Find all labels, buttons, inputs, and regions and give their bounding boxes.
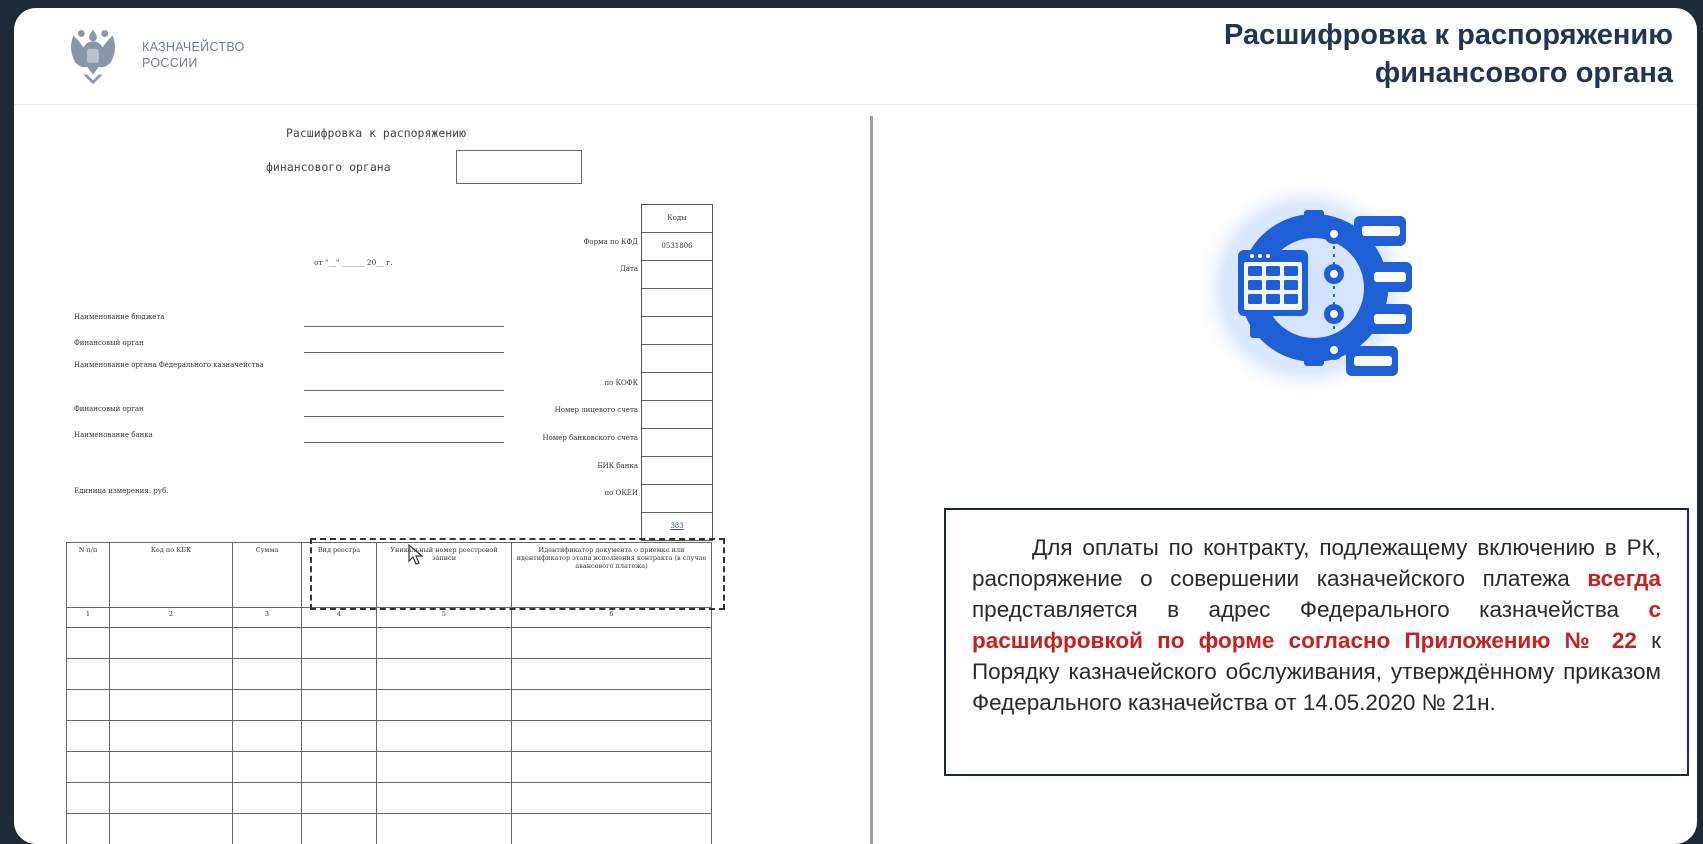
code-cell [642, 485, 712, 513]
table-number-cell: 1 [66, 607, 110, 628]
codes-header: Коды [642, 205, 712, 233]
label-unit: Единица измерения: руб. [74, 487, 169, 495]
highlight-dashed-frame [310, 538, 725, 610]
table-row [66, 658, 712, 690]
table-row [66, 627, 712, 659]
vertical-divider [870, 116, 873, 844]
table-number-cell: 2 [109, 607, 233, 628]
code-cell [642, 289, 712, 317]
okei-code-link[interactable]: 383 [670, 522, 683, 530]
code-cell [642, 457, 712, 485]
label-bank-name: Наименование банка [74, 431, 153, 439]
table-header-cell: N п/п [66, 542, 110, 608]
form-date-line: от "__" ______ 20__ г. [314, 258, 393, 267]
table-row [66, 689, 712, 721]
underline [304, 352, 504, 353]
label-date: Дата [620, 265, 638, 273]
form-heading-1: Расшифровка к распоряжению [286, 126, 467, 140]
table-row [66, 751, 712, 783]
code-cell [642, 261, 712, 289]
info-paragraph: Для оплаты по контракту, подлежащему вкл… [972, 532, 1661, 718]
table-row [66, 782, 712, 814]
label-bank-account: Номер банковского счета [542, 434, 638, 442]
underline [304, 442, 504, 443]
code-cell [642, 401, 712, 429]
slide-title: Расшифровка к распоряжению финансового о… [1224, 16, 1673, 92]
table-header-cell: Код по КБК [109, 542, 233, 608]
logo-text: КАЗНАЧЕЙСТВО РОССИИ [142, 39, 245, 71]
title-line-1: Расшифровка к распоряжению [1224, 19, 1673, 51]
underline [304, 390, 504, 391]
title-line-2: финансового органа [1374, 57, 1673, 89]
double-headed-eagle-icon [70, 29, 116, 85]
info-textbox: Для оплаты по контракту, подлежащему вкл… [944, 508, 1689, 776]
label-treasury-organ: Наименование органа Федерального казначе… [74, 361, 264, 369]
code-cell [642, 345, 712, 373]
table-row [66, 813, 712, 844]
slide: КАЗНАЧЕЙСТВО РОССИИ Расшифровка к распор… [14, 8, 1697, 844]
table-number-cell: 3 [232, 607, 302, 628]
table-header-cell: Сумма [232, 542, 302, 608]
label-budget-name: Наименование бюджета [74, 313, 165, 321]
logo-line-1: КАЗНАЧЕЙСТВО [142, 40, 245, 54]
underline [304, 326, 504, 327]
info-highlight-always: всегда [1587, 566, 1661, 591]
table-number-cell: 4 [301, 607, 377, 628]
table-number-cell: 6 [511, 607, 712, 628]
header-divider [14, 104, 1697, 105]
label-fin-organ-2: Финансовый орган [74, 405, 144, 413]
form-heading-box [456, 150, 582, 184]
logo-line-2: РОССИИ [142, 56, 198, 70]
codes-column: Коды 0531806 383 [641, 204, 713, 541]
code-cell [642, 317, 712, 345]
label-account: Номер лицевого счета [554, 406, 638, 414]
table-row [66, 720, 712, 752]
label-fin-organ-1: Финансовый орган [74, 339, 144, 347]
label-kofk: по КОФК [604, 379, 639, 387]
underline [304, 416, 504, 417]
info-text-part-2: представляется в адрес Федерального казн… [972, 597, 1649, 622]
treasury-logo: КАЗНАЧЕЙСТВО РОССИИ [54, 16, 245, 94]
label-bik: БИК банка [597, 462, 639, 470]
process-gear-illustration-icon [1194, 176, 1418, 400]
scanned-form: Расшифровка к распоряжению финансового о… [56, 116, 756, 844]
code-cell [642, 373, 712, 401]
table-number-row: 1 2 3 4 5 6 [66, 607, 712, 628]
label-okei: по ОКЕИ [604, 489, 638, 497]
table-number-cell: 5 [376, 607, 512, 628]
code-form: 0531806 [642, 233, 712, 261]
form-heading-2: финансового органа [266, 160, 391, 174]
label-form-kfd: Форма по КФД [583, 238, 638, 246]
code-okei[interactable]: 383 [642, 513, 712, 540]
code-cell [642, 429, 712, 457]
info-text-part-1: Для оплаты по контракту, подлежащему вкл… [972, 535, 1661, 591]
